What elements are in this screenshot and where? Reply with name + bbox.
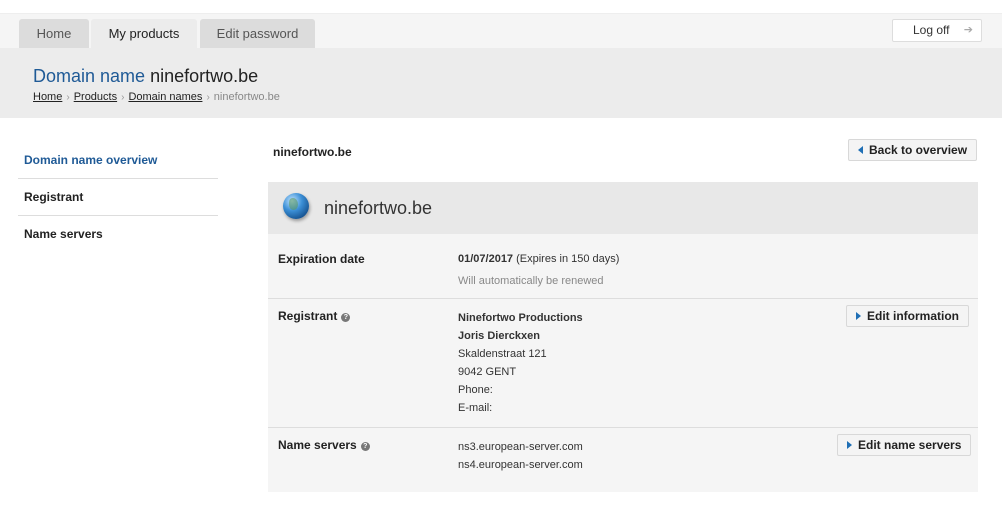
page-header: Domain name ninefortwo.be Home › Products ›… [0,48,1002,118]
content-title: ninefortwo.be [273,145,352,159]
top-strip [0,0,1002,14]
registrant-phone: Phone: [458,384,493,396]
sidebar-item-domain-name-overview[interactable]: Domain name overview [18,142,218,179]
name-servers-row: Name servers? ns3.european-server.com ns… [268,428,978,492]
name-servers-list: ns3.european-server.com ns4.european-ser… [458,438,583,474]
tab-edit-password[interactable]: Edit password [200,19,315,48]
registrant-details: Ninefortwo Productions Joris Dierckxen S… [458,309,583,417]
breadcrumb-separator: › [121,92,125,103]
expiration-date: 01/07/2017 [458,253,514,265]
edit-name-servers-button[interactable]: Edit name servers [837,434,972,456]
name-servers-label: Name servers? [278,438,370,452]
arrow-right-icon [856,312,861,320]
name-servers-label-text: Name servers [278,438,357,452]
breadcrumb-current: ninefortwo.be [213,91,280,103]
registrant-label: Registrant? [278,309,351,323]
name-server-item: ns3.european-server.com [458,441,583,453]
globe-icon [283,193,309,219]
registrant-email: E-mail: [458,402,493,414]
edit-name-servers-label: Edit name servers [858,438,962,452]
registrant-company: Ninefortwo Productions [458,312,583,324]
registrant-name: Joris Dierckxen [458,330,540,342]
page-title: Domain name ninefortwo.be [33,66,258,87]
sidebar-item-name-servers[interactable]: Name servers [18,216,218,253]
arrow-right-icon [847,441,852,449]
help-icon[interactable]: ? [341,313,351,322]
logoff-button[interactable]: Log off ➔ [892,19,982,42]
registrant-row: Registrant? Ninefortwo Productions Joris… [268,299,978,428]
registrant-city: 9042 GENT [458,366,517,378]
page-title-domain: ninefortwo.be [150,66,259,86]
logoff-label: Log off [913,23,950,37]
expiration-label: Expiration date [278,252,365,266]
back-to-overview-label: Back to overview [869,143,968,157]
expiration-note: (Expires in 150 days) [516,253,620,265]
registrant-label-text: Registrant [278,309,338,323]
domain-panel-name: ninefortwo.be [324,198,433,218]
main-navigation: Home My products Edit password Log off ➔ [0,14,1002,48]
breadcrumb: Home › Products › Domain names › ninefortwo.be [33,91,280,103]
breadcrumb-separator: › [66,92,70,103]
page-title-prefix: Domain name [33,66,146,86]
domain-panel-header: ninefortwo.be [268,182,978,234]
breadcrumb-domain-names[interactable]: Domain names [128,91,202,103]
breadcrumb-home[interactable]: Home [33,91,62,103]
sidebar: Domain name overview Registrant Name ser… [18,142,218,253]
arrow-right-icon: ➔ [963,24,973,36]
tab-my-products[interactable]: My products [91,19,197,48]
edit-information-button[interactable]: Edit information [846,305,969,327]
renewal-note: Will automatically be renewed [458,275,604,287]
sidebar-item-registrant[interactable]: Registrant [18,179,218,216]
name-server-item: ns4.european-server.com [458,459,583,471]
breadcrumb-products[interactable]: Products [74,91,117,103]
breadcrumb-separator: › [206,92,210,103]
domain-panel: ninefortwo.be Expiration date 01/07/2017… [268,182,978,492]
expiration-value: 01/07/2017 (Expires in 150 days) Will au… [458,250,619,290]
edit-information-label: Edit information [867,309,959,323]
help-icon[interactable]: ? [360,442,370,451]
registrant-street: Skaldenstraat 121 [458,348,547,360]
expiration-row: Expiration date 01/07/2017 (Expires in 1… [268,234,978,299]
back-to-overview-button[interactable]: Back to overview [848,139,978,161]
arrow-left-icon [858,146,863,154]
tab-home[interactable]: Home [19,19,89,48]
